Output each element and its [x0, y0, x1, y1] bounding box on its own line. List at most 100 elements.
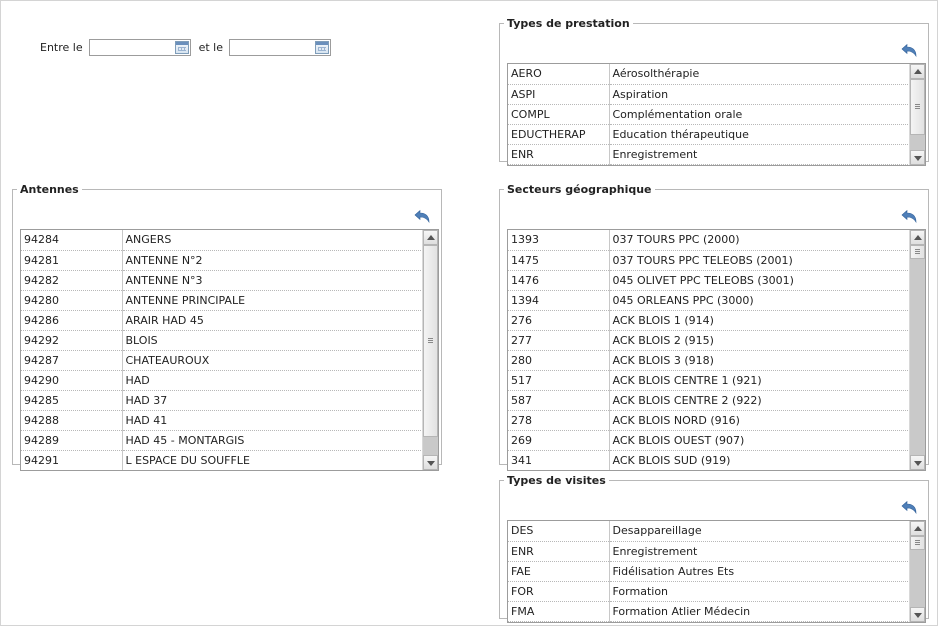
row-label: Enregistrement: [609, 541, 910, 562]
table-row[interactable]: 277 ACK BLOIS 2 (915): [508, 330, 910, 351]
scroll-down-button[interactable]: [910, 607, 925, 622]
table-row[interactable]: 587 ACK BLOIS CENTRE 2 (922): [508, 390, 910, 411]
row-code: 269: [508, 430, 610, 451]
table-row[interactable]: 1476 045 OLIVET PPC TELEOBS (3001): [508, 270, 910, 291]
row-label: ACK BLOIS NORD (916): [609, 410, 910, 431]
scroll-track[interactable]: [910, 536, 925, 607]
row-code: 277: [508, 330, 610, 351]
vertical-scrollbar[interactable]: [909, 230, 925, 470]
vertical-scrollbar[interactable]: [422, 230, 438, 470]
to-date-input[interactable]: [230, 39, 313, 55]
table-row[interactable]: 517 ACK BLOIS CENTRE 1 (921): [508, 370, 910, 391]
row-label: 037 TOURS PPC (2000): [609, 230, 910, 251]
table-row[interactable]: 94281 ANTENNE N°2: [21, 250, 423, 271]
list-antennes[interactable]: 94284 ANGERS 94281 ANTENNE N°2 94282 ANTENNE …: [20, 229, 439, 471]
table-row[interactable]: DES Desappareillage: [508, 521, 910, 542]
table-row[interactable]: EDUCTHERAP Education thérapeutique: [508, 124, 910, 145]
scroll-track[interactable]: [910, 79, 925, 150]
scroll-track[interactable]: [423, 245, 438, 455]
scroll-thumb[interactable]: [910, 536, 925, 550]
list-types-visites[interactable]: DES Desappareillage ENR Enregistrement FAE Fi…: [507, 520, 926, 623]
list-secteurs-geographique[interactable]: 1393 037 TOURS PPC (2000) 1475 037 TOURS PP…: [507, 229, 926, 471]
row-code: 341: [508, 450, 610, 470]
table-row[interactable]: 269 ACK BLOIS OUEST (907): [508, 430, 910, 451]
table-row[interactable]: ASPI Aspiration: [508, 84, 910, 105]
row-code: 94291: [21, 450, 123, 470]
table-row[interactable]: 94280 ANTENNE PRINCIPALE: [21, 290, 423, 311]
scroll-up-button[interactable]: [910, 64, 925, 79]
table-row[interactable]: 94292 BLOIS: [21, 330, 423, 351]
from-date-label: Entre le: [40, 40, 83, 54]
scroll-thumb[interactable]: [910, 245, 925, 259]
table-row[interactable]: 94288 HAD 41: [21, 410, 423, 431]
table-row[interactable]: COMPL Complémentation orale: [508, 104, 910, 125]
row-label: HAD 41: [122, 410, 423, 431]
scroll-thumb[interactable]: [423, 245, 438, 437]
row-code: FOR: [508, 581, 610, 602]
panel-title: Antennes: [20, 183, 79, 196]
table-row[interactable]: 341 ACK BLOIS SUD (919): [508, 450, 910, 470]
undo-arrow-icon[interactable]: [900, 500, 918, 516]
table-row[interactable]: 94284 ANGERS: [21, 230, 423, 251]
scroll-down-button[interactable]: [423, 455, 438, 470]
scroll-up-button[interactable]: [910, 230, 925, 245]
undo-arrow-icon[interactable]: [900, 209, 918, 225]
row-label: 045 OLIVET PPC TELEOBS (3001): [609, 270, 910, 291]
panel-title: Secteurs géographique: [507, 183, 652, 196]
calendar-icon[interactable]: [174, 40, 189, 54]
vertical-scrollbar[interactable]: [909, 521, 925, 622]
row-code: 280: [508, 350, 610, 371]
to-date-field[interactable]: [229, 38, 332, 56]
table-row[interactable]: 94282 ANTENNE N°3: [21, 270, 423, 291]
scroll-down-button[interactable]: [910, 455, 925, 470]
row-label: Enregistrement: [609, 144, 910, 165]
to-date-label: et le: [198, 40, 224, 54]
from-date-input[interactable]: [89, 39, 172, 55]
scroll-track[interactable]: [910, 245, 925, 455]
table-row[interactable]: 278 ACK BLOIS NORD (916): [508, 410, 910, 431]
table-row[interactable]: 280 ACK BLOIS 3 (918): [508, 350, 910, 371]
table-row[interactable]: FAE Fidélisation Autres Ets: [508, 561, 910, 582]
row-label: Aérosolthérapie: [609, 64, 910, 85]
table-row[interactable]: 94287 CHATEAUROUX: [21, 350, 423, 371]
table-row[interactable]: 94290 HAD: [21, 370, 423, 391]
data-table: 1393 037 TOURS PPC (2000) 1475 037 TOURS PP…: [508, 230, 910, 470]
table-row[interactable]: ENR Enregistrement: [508, 144, 910, 165]
undo-arrow-icon[interactable]: [413, 209, 431, 225]
calendar-icon[interactable]: [315, 40, 330, 54]
row-label: ACK BLOIS 1 (914): [609, 310, 910, 331]
scroll-up-button[interactable]: [423, 230, 438, 245]
list-types-prestation[interactable]: AERO Aérosolthérapie ASPI Aspiration COMPL Co…: [507, 63, 926, 166]
row-code: 276: [508, 310, 610, 331]
table-row[interactable]: 94286 ARAIR HAD 45: [21, 310, 423, 331]
row-label: ARAIR HAD 45: [122, 310, 423, 331]
scroll-up-button[interactable]: [910, 521, 925, 536]
from-date-field[interactable]: [88, 38, 191, 56]
panel-title: Types de visites: [507, 474, 606, 487]
panel-antennes: Antennes 94284 ANGERS 94281 ANTENNE N°2 9428…: [12, 183, 442, 471]
row-code: 94281: [21, 250, 123, 271]
table-row[interactable]: 94291 L ESPACE DU SOUFFLE: [21, 450, 423, 470]
row-code: EDUCTHERAP: [508, 124, 610, 145]
table-row[interactable]: 94289 HAD 45 - MONTARGIS: [21, 430, 423, 451]
row-code: 94287: [21, 350, 123, 371]
table-row[interactable]: 1393 037 TOURS PPC (2000): [508, 230, 910, 251]
table-row[interactable]: AERO Aérosolthérapie: [508, 64, 910, 85]
scroll-down-button[interactable]: [910, 150, 925, 165]
row-label: Education thérapeutique: [609, 124, 910, 145]
row-code: ENR: [508, 541, 610, 562]
scroll-thumb[interactable]: [910, 79, 925, 135]
table-row[interactable]: ENR Enregistrement: [508, 541, 910, 562]
vertical-scrollbar[interactable]: [909, 64, 925, 165]
row-label: ACK BLOIS CENTRE 1 (921): [609, 370, 910, 391]
table-row[interactable]: 1394 045 ORLEANS PPC (3000): [508, 290, 910, 311]
table-row[interactable]: FOR Formation: [508, 581, 910, 602]
table-row[interactable]: 94285 HAD 37: [21, 390, 423, 411]
row-code: 1393: [508, 230, 610, 251]
undo-arrow-icon[interactable]: [900, 43, 918, 59]
table-row[interactable]: 1475 037 TOURS PPC TELEOBS (2001): [508, 250, 910, 271]
row-code: ASPI: [508, 84, 610, 105]
table-row[interactable]: 276 ACK BLOIS 1 (914): [508, 310, 910, 331]
row-label: ANTENNE PRINCIPALE: [122, 290, 423, 311]
table-row[interactable]: FMA Formation Atlier Médecin: [508, 601, 910, 622]
